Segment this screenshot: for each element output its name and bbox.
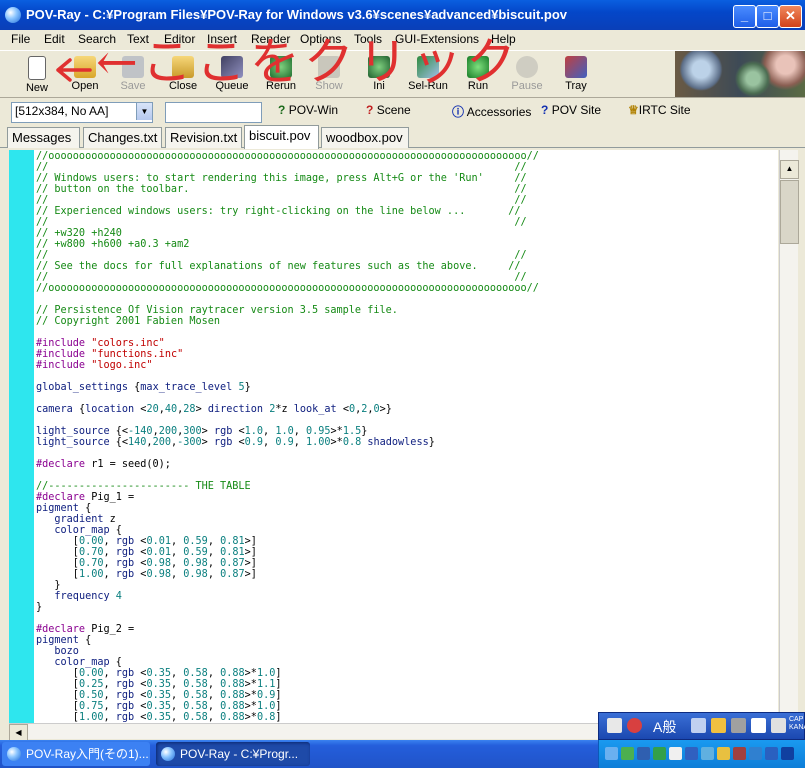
- tray-volume-icon[interactable]: [765, 747, 778, 760]
- tray-app-icon[interactable]: [781, 747, 794, 760]
- title-bar: POV-Ray - C:¥Program Files¥POV-Ray for W…: [0, 0, 805, 30]
- povray-app-icon[interactable]: [5, 7, 21, 23]
- window-title: POV-Ray - C:¥Program Files¥POV-Ray for W…: [26, 7, 568, 22]
- ime-mode-label[interactable]: A般: [653, 717, 676, 737]
- povray-app-icon: [161, 747, 175, 761]
- tab-woodbox[interactable]: woodbox.pov: [321, 127, 409, 148]
- language-bar: A般 CAP KANA: [598, 712, 805, 740]
- menu-edit[interactable]: Edit: [44, 32, 65, 46]
- tab-revision[interactable]: Revision.txt: [165, 127, 242, 148]
- tray-app-icon[interactable]: [749, 747, 762, 760]
- editor-gutter[interactable]: [9, 150, 34, 723]
- accessories-button[interactable]: ⓘ Accessories: [452, 103, 531, 120]
- povray-banner-image: [675, 51, 805, 97]
- help-question-icon: ?: [366, 103, 374, 117]
- pen-icon[interactable]: [731, 718, 746, 733]
- horizontal-scrollbar[interactable]: ◀: [9, 723, 598, 741]
- scroll-thumb[interactable]: [780, 180, 799, 244]
- help-question-icon: ?: [278, 103, 286, 117]
- chevron-down-icon[interactable]: ▼: [136, 103, 152, 120]
- annotation-text: ←ここをクリック: [96, 33, 520, 91]
- menu-file[interactable]: File: [11, 32, 30, 46]
- secondary-toolbar: [512x384, No AA] ▼ ? POV-Win ? Scene ⓘ A…: [0, 98, 805, 124]
- code-editor[interactable]: //oooooooooooooooooooooooooooooooooooooo…: [34, 150, 778, 723]
- irtc-site-button[interactable]: ♕IRTC Site: [628, 103, 691, 117]
- tray-button[interactable]: Tray: [553, 54, 599, 96]
- tray-app-icon[interactable]: [717, 747, 730, 760]
- maximize-button[interactable]: □: [756, 5, 779, 28]
- caps-kana-indicator: CAP KANA: [789, 716, 805, 731]
- resolution-select[interactable]: [512x384, No AA] ▼: [11, 102, 153, 123]
- tray-app-icon[interactable]: [701, 747, 714, 760]
- help-question-icon: ?: [541, 103, 549, 117]
- taskbar-item-povray-editor[interactable]: POV-Ray - C:¥Progr...: [156, 742, 310, 766]
- tool-icon[interactable]: [691, 718, 706, 733]
- tab-changes[interactable]: Changes.txt: [83, 127, 162, 148]
- settings-icon[interactable]: [771, 718, 786, 733]
- keyboard-icon[interactable]: [607, 718, 622, 733]
- dictionary-icon[interactable]: [711, 718, 726, 733]
- scroll-up-button[interactable]: ▲: [780, 160, 799, 179]
- annotation-arrow-icon: [56, 58, 92, 82]
- pov-site-button[interactable]: ? POV Site: [541, 103, 601, 117]
- tray-app-icon[interactable]: [733, 747, 746, 760]
- tray-monitor-icon[interactable]: [637, 747, 650, 760]
- tray-security-icon[interactable]: [685, 747, 698, 760]
- tray-update-icon[interactable]: [653, 747, 666, 760]
- scene-help-button[interactable]: ? Scene: [366, 103, 411, 117]
- scroll-left-button[interactable]: ◀: [9, 724, 28, 741]
- tray-icon[interactable]: [621, 747, 634, 760]
- new-file-icon: [28, 56, 46, 80]
- vertical-scrollbar[interactable]: ▲: [779, 150, 799, 723]
- command-line-input[interactable]: [165, 102, 262, 123]
- tab-biscuit[interactable]: biscuit.pov: [244, 125, 319, 149]
- tray-network-icon[interactable]: [605, 747, 618, 760]
- help-icon[interactable]: [751, 718, 766, 733]
- trophy-icon: ♕: [628, 103, 639, 117]
- info-icon: ⓘ: [452, 105, 465, 119]
- system-tray: [598, 740, 805, 768]
- code-text[interactable]: //oooooooooooooooooooooooooooooooooooooo…: [36, 151, 539, 723]
- file-tabs: Messages Changes.txt Revision.txt biscui…: [0, 125, 805, 149]
- pov-win-help-button[interactable]: ? POV-Win: [278, 103, 338, 117]
- ime-icon[interactable]: [627, 718, 642, 733]
- tray-icon: [565, 56, 587, 78]
- close-window-button[interactable]: ✕: [779, 5, 802, 28]
- tab-messages[interactable]: Messages: [7, 127, 80, 148]
- povray-app-icon: [7, 747, 21, 761]
- taskbar-item-povray-tutorial[interactable]: POV-Ray入門(その1)...: [2, 742, 150, 766]
- tray-safely-remove-icon[interactable]: [669, 747, 682, 760]
- minimize-button[interactable]: _: [733, 5, 756, 28]
